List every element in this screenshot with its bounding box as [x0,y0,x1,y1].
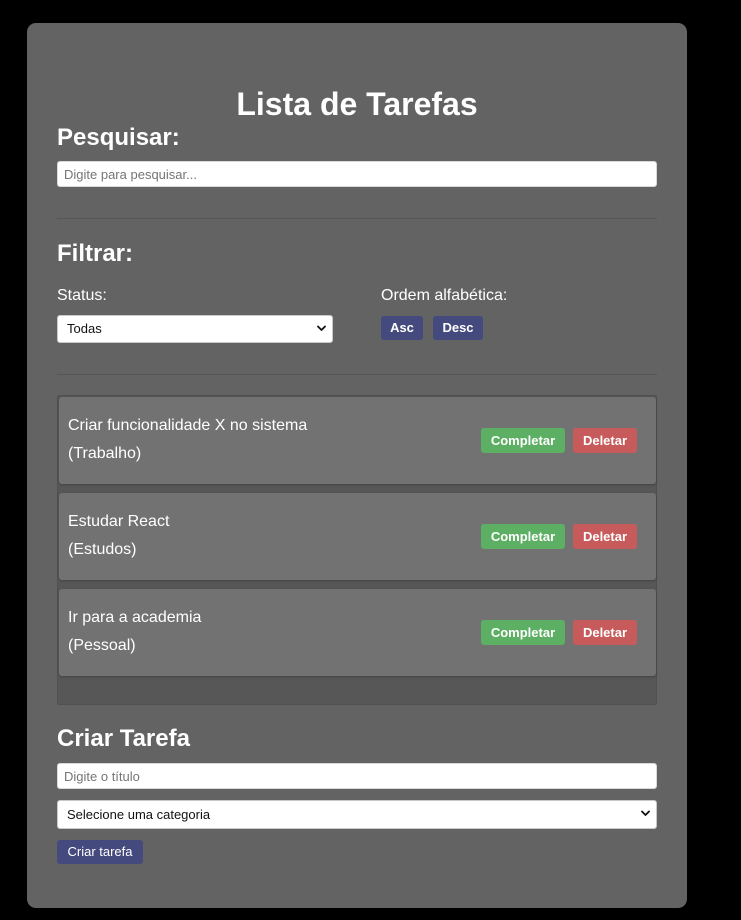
task-category: (Estudos) [68,541,137,558]
divider [57,374,657,375]
filter-heading: Filtrar: [57,240,134,267]
task-title: Estudar React [68,513,170,530]
chevron-down-icon [317,325,326,331]
task-item: Ir para a academia (Pessoal) Completar D… [59,589,656,676]
task-title: Criar funcionalidade X no sistema [68,417,308,434]
chevron-down-icon [641,810,650,816]
todo-app-panel: Lista de Tarefas Pesquisar: Filtrar: Sta… [27,23,687,908]
task-item: Criar funcionalidade X no sistema (Traba… [59,397,656,484]
status-select[interactable]: Todas [57,315,333,343]
sort-asc-button[interactable]: Asc [381,316,423,340]
page-title: Lista de Tarefas [236,86,478,122]
status-label: Status: [57,287,107,304]
delete-task-button[interactable]: Deletar [573,428,637,453]
task-item: Estudar React (Estudos) Completar Deleta… [59,493,656,580]
sort-desc-button[interactable]: Desc [433,316,483,340]
category-select[interactable]: Selecione uma categoria [57,800,657,829]
complete-task-button[interactable]: Completar [481,428,565,453]
task-list: Criar funcionalidade X no sistema (Traba… [57,395,657,705]
search-heading: Pesquisar: [57,124,180,151]
status-select-value: Todas [67,321,102,336]
sort-label: Ordem alfabética: [381,287,508,304]
delete-task-button[interactable]: Deletar [573,620,637,645]
complete-task-button[interactable]: Completar [481,620,565,645]
task-category: (Trabalho) [68,445,142,462]
task-title-input[interactable] [57,763,657,789]
create-task-button[interactable]: Criar tarefa [57,840,143,864]
task-title: Ir para a academia [68,609,202,626]
delete-task-button[interactable]: Deletar [573,524,637,549]
task-category: (Pessoal) [68,637,136,654]
complete-task-button[interactable]: Completar [481,524,565,549]
category-select-value: Selecione uma categoria [67,807,211,822]
create-task-heading: Criar Tarefa [57,725,190,752]
divider [57,218,657,219]
search-input[interactable] [57,161,657,187]
